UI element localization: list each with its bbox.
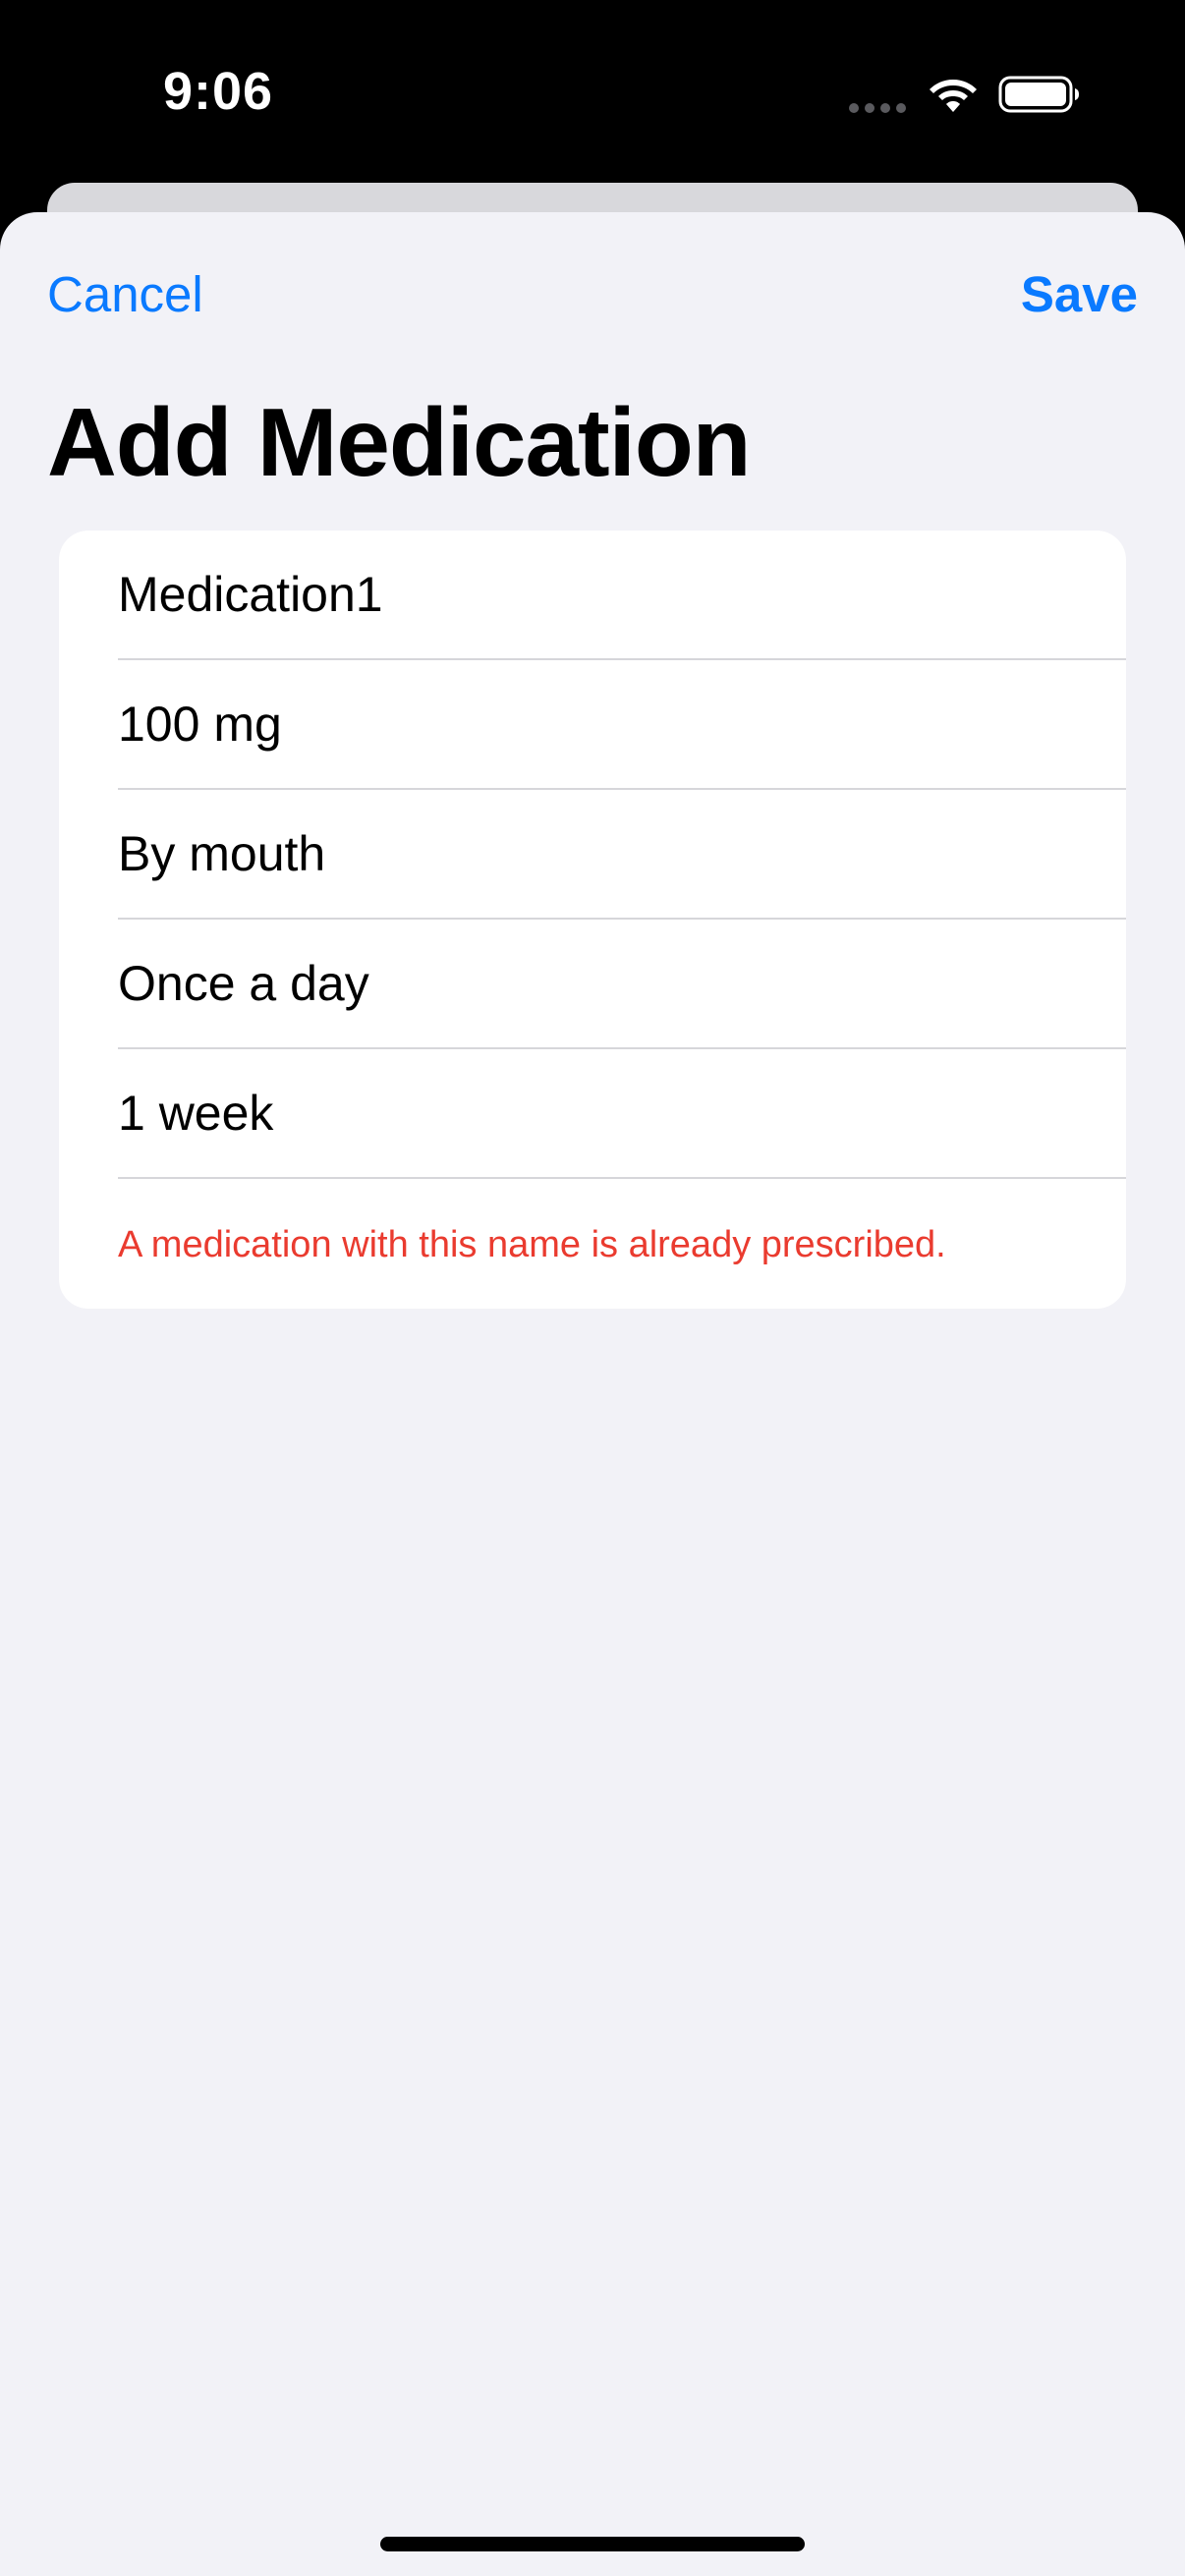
medication-name-field[interactable] xyxy=(118,531,1126,658)
add-medication-sheet: Cancel Save Add Medication A medication … xyxy=(0,212,1185,2576)
form-row xyxy=(118,660,1126,790)
route-field[interactable] xyxy=(118,790,1126,918)
home-indicator[interactable] xyxy=(380,2537,805,2551)
form-row xyxy=(118,1049,1126,1179)
battery-icon xyxy=(998,76,1079,113)
error-message: A medication with this name is already p… xyxy=(118,1224,946,1265)
frequency-field[interactable] xyxy=(118,920,1126,1047)
page-title: Add Medication xyxy=(47,388,752,496)
medication-form: A medication with this name is already p… xyxy=(59,531,1126,1309)
duration-field[interactable] xyxy=(118,1049,1126,1177)
status-time: 9:06 xyxy=(163,62,274,121)
dosage-field[interactable] xyxy=(118,660,1126,788)
cancel-button[interactable]: Cancel xyxy=(47,265,203,323)
cellular-signal-icon xyxy=(849,103,906,113)
form-row xyxy=(118,531,1126,660)
save-button[interactable]: Save xyxy=(1021,265,1138,323)
wifi-icon xyxy=(930,80,977,112)
status-bar: 9:06 xyxy=(0,0,1185,182)
form-row xyxy=(118,920,1126,1049)
form-row xyxy=(118,790,1126,920)
